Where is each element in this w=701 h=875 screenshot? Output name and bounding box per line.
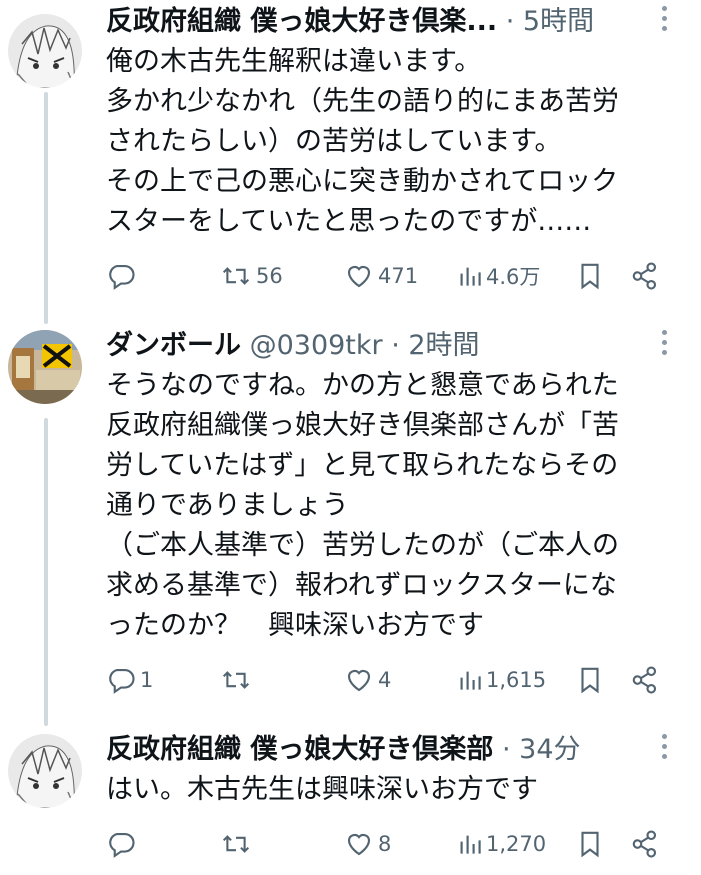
views-button[interactable]: 4.6万 <box>458 256 540 296</box>
share-icon <box>632 830 657 858</box>
bookmark-button[interactable] <box>577 256 603 296</box>
tweet-line: 多かれ少なかれ（先生の語り的にまあ苦労 <box>106 86 619 117</box>
tweet-text: そうなのですね。かの方と懇意であられた 反政府組織僕っ娘大好き倶楽部さんが「苦 労し… <box>106 366 681 646</box>
share-button[interactable] <box>630 824 660 864</box>
tweet-line: 俺の木古先生解釈は違います。 <box>106 46 482 77</box>
retweet-button[interactable]: 56 <box>220 256 283 296</box>
tweet-handle[interactable]: @0309tkr <box>241 330 383 361</box>
tweet-text: はい。木古先生は興味深いお方です <box>106 770 681 810</box>
views-count: 1,615 <box>486 668 547 692</box>
views-count: 1,270 <box>486 832 547 856</box>
reply-icon <box>109 832 135 858</box>
tweet-line: ったのか？ 興味深いお方です <box>106 610 484 641</box>
reply-button[interactable]: 1 <box>106 660 153 700</box>
views-icon <box>460 267 481 286</box>
tweet[interactable]: ダンボール @0309tkr · 2時間 そうなのですね。かの方と懇意であられた… <box>0 324 701 724</box>
tweet-line: その上で己の悪心に突き動かされてロック <box>106 166 619 197</box>
views-button[interactable]: 1,615 <box>458 660 546 700</box>
tweet-header: 反政府組織 僕っ娘大好き倶楽... · 5時間 <box>106 2 653 42</box>
views-count: 4.6万 <box>486 265 541 289</box>
reply-count: 1 <box>140 668 154 692</box>
tweet-line: そうなのですね。かの方と懇意であられた <box>106 370 619 401</box>
share-button[interactable] <box>630 256 660 296</box>
like-icon <box>347 670 371 692</box>
like-button[interactable]: 4 <box>344 660 391 700</box>
like-button[interactable]: 471 <box>344 256 418 296</box>
display-name[interactable]: 反政府組織 僕っ娘大好き倶楽... <box>106 6 497 37</box>
avatar[interactable] <box>8 330 82 404</box>
bookmark-icon <box>581 263 599 290</box>
retweet-icon <box>222 835 250 853</box>
tweet-line: はい。木古先生は興味深いお方です <box>106 774 538 805</box>
reply-icon <box>109 668 135 694</box>
views-icon <box>460 835 481 854</box>
tweet[interactable]: 反政府組織 僕っ娘大好き倶楽部 · 34分 はい。木古先生は興味深いお方です 8… <box>0 728 701 875</box>
share-button[interactable] <box>630 660 660 700</box>
more-icon[interactable] <box>659 734 669 764</box>
share-icon <box>632 262 657 290</box>
bookmark-icon <box>581 667 599 694</box>
action-bar: 56 471 4.6万 <box>100 256 671 296</box>
retweet-icon <box>222 267 250 285</box>
like-icon <box>347 266 371 288</box>
more-icon[interactable] <box>659 6 669 36</box>
tweet-line: 通りでありましょう <box>106 490 349 521</box>
display-name[interactable]: 反政府組織 僕っ娘大好き倶楽部 <box>106 734 493 765</box>
tweet-line: 労していたはず」と見て取られたならその <box>106 450 619 481</box>
retweet-count: 56 <box>256 264 283 288</box>
display-name[interactable]: ダンボール <box>106 330 241 361</box>
retweet-button[interactable] <box>220 824 256 864</box>
avatar[interactable] <box>8 734 82 808</box>
reply-button[interactable] <box>106 256 140 296</box>
reply-button[interactable] <box>106 824 140 864</box>
like-button[interactable]: 8 <box>344 824 391 864</box>
avatar[interactable] <box>8 14 82 88</box>
tweet-header: ダンボール @0309tkr · 2時間 <box>106 326 653 366</box>
action-bar: 1 4 1,615 <box>100 660 671 700</box>
reply-icon <box>109 264 135 290</box>
tweet-text: 俺の木古先生解釈は違います。多かれ少なかれ（先生の語り的にまあ苦労 されたらしい）… <box>106 42 681 242</box>
share-icon <box>632 666 657 694</box>
tweet-line: スターをしていたと思ったのですが…… <box>106 206 592 237</box>
more-icon[interactable] <box>659 330 669 360</box>
tweet-header: 反政府組織 僕っ娘大好き倶楽部 · 34分 <box>106 730 653 770</box>
tweet-line: （ご本人基準で）苦労したのが（ご本人の <box>106 530 619 561</box>
tweet[interactable]: 反政府組織 僕っ娘大好き倶楽... · 5時間 俺の木古先生解釈は違います。多か… <box>0 0 701 312</box>
tweet-time[interactable]: · 2時間 <box>383 330 479 361</box>
retweet-icon <box>222 671 250 689</box>
action-bar: 8 1,270 <box>100 824 671 864</box>
tweet-line: されたらしい）の苦労はしています。 <box>106 126 562 157</box>
tweet-time[interactable]: · 34分 <box>493 734 581 765</box>
retweet-button[interactable] <box>220 660 256 700</box>
tweet-time[interactable]: · 5時間 <box>497 6 594 37</box>
like-count: 8 <box>378 832 392 856</box>
views-button[interactable]: 1,270 <box>458 824 546 864</box>
bookmark-icon <box>581 831 599 858</box>
like-icon <box>347 834 371 856</box>
views-icon <box>460 671 481 690</box>
tweet-line: 反政府組織僕っ娘大好き倶楽部さんが「苦 <box>106 410 619 441</box>
tweet-line: 求める基準で）報われずロックスターにな <box>106 570 617 601</box>
bookmark-button[interactable] <box>577 824 603 864</box>
like-count: 4 <box>378 668 392 692</box>
like-count: 471 <box>378 264 419 288</box>
bookmark-button[interactable] <box>577 660 603 700</box>
